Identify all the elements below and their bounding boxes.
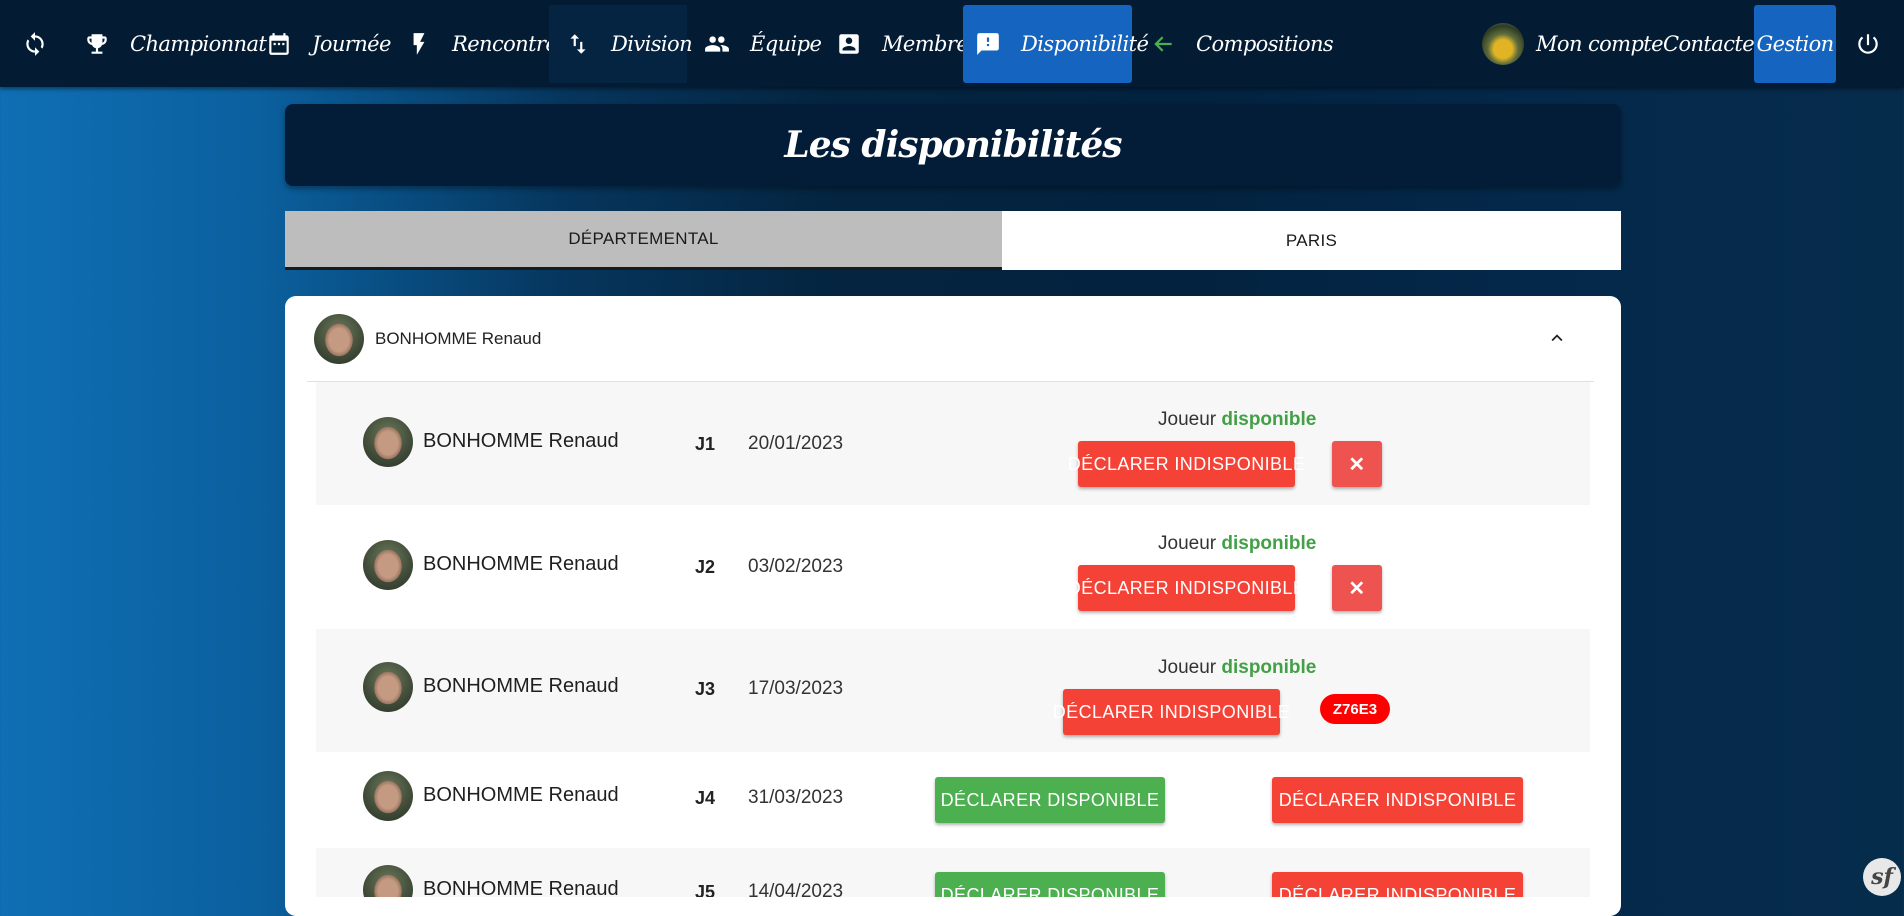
refresh-nav-button[interactable] bbox=[22, 5, 56, 83]
people-icon bbox=[704, 31, 730, 57]
nav-rencontre[interactable]: Rencontre bbox=[406, 5, 558, 83]
nav-championnat-label: Championnat bbox=[130, 32, 267, 56]
player-avatar bbox=[363, 865, 413, 897]
declare-available-button[interactable]: DÉCLARER DISPONIBLE bbox=[935, 777, 1165, 823]
journee-label: J1 bbox=[695, 434, 716, 454]
nav-rencontre-label: Rencontre bbox=[452, 32, 558, 56]
nav-journee-label: Journée bbox=[312, 32, 391, 56]
nav-contacter-label: Contacter bbox=[1663, 32, 1764, 56]
player-name: BONHOMME Renaud bbox=[423, 878, 619, 897]
player-avatar bbox=[363, 417, 413, 467]
power-icon bbox=[1855, 31, 1881, 57]
nav-compositions-label: Compositions bbox=[1196, 32, 1334, 56]
nav-journee[interactable]: Journée bbox=[266, 5, 391, 83]
cancel-button[interactable]: ✕ bbox=[1332, 441, 1382, 487]
swap-vertical-icon bbox=[565, 31, 591, 57]
player-name: BONHOMME Renaud bbox=[423, 430, 619, 452]
nav-compositions[interactable]: Compositions bbox=[1150, 5, 1334, 83]
list-item: BONHOMME Renaud J1 20/01/2023 Joueur dis… bbox=[316, 382, 1590, 505]
declare-unavailable-button[interactable]: DÉCLARER INDISPONIBLE bbox=[1068, 441, 1305, 487]
close-icon: ✕ bbox=[1348, 453, 1366, 476]
list-item: BONHOMME Renaud J2 03/02/2023 Joueur dis… bbox=[316, 505, 1590, 629]
arrow-return-icon bbox=[1150, 31, 1176, 57]
collapsible-header[interactable]: BONHOMME Renaud bbox=[307, 296, 1594, 382]
player-avatar bbox=[363, 662, 413, 712]
player-avatar bbox=[363, 771, 413, 821]
status-value: disponible bbox=[1221, 533, 1317, 554]
player-name: BONHOMME Renaud bbox=[423, 675, 619, 697]
tab-paris[interactable]: PARIS bbox=[1002, 211, 1621, 270]
player-status: Joueur disponible bbox=[1158, 533, 1316, 555]
list-item: BONHOMME Renaud J4 31/03/2023 DÉCLARER D… bbox=[316, 752, 1590, 848]
feedback-icon bbox=[975, 31, 1001, 57]
composition-badge: Z76E3 bbox=[1320, 694, 1390, 724]
account-box-icon bbox=[836, 31, 862, 57]
match-date: 20/01/2023 bbox=[748, 433, 844, 454]
cancel-button[interactable]: ✕ bbox=[1332, 565, 1382, 611]
tab-departemental[interactable]: DÉPARTEMENTAL bbox=[285, 211, 1002, 270]
declare-available-button[interactable]: DÉCLARER DISPONIBLE bbox=[935, 872, 1165, 897]
nav-equipe[interactable]: Équipe bbox=[704, 5, 822, 83]
nav-division-label: Division bbox=[611, 32, 693, 56]
logout-button[interactable] bbox=[1855, 5, 1885, 83]
journee-label: J4 bbox=[695, 788, 716, 808]
player-status: Joueur disponible bbox=[1158, 657, 1316, 679]
player-status: Joueur disponible bbox=[1158, 409, 1316, 431]
lightning-icon bbox=[406, 31, 432, 57]
nav-disponibilite[interactable]: Disponibilité bbox=[963, 5, 1149, 83]
list-item: BONHOMME Renaud J3 17/03/2023 Joueur dis… bbox=[316, 629, 1590, 752]
match-date: 14/04/2023 bbox=[748, 881, 844, 897]
page-title: Les disponibilités bbox=[784, 124, 1122, 166]
nav-contacter[interactable]: Contacter bbox=[1663, 5, 1764, 83]
player-header-name: BONHOMME Renaud bbox=[375, 328, 542, 348]
nav-disponibilite-label: Disponibilité bbox=[1021, 32, 1149, 56]
nav-mon-compte[interactable]: Mon compte bbox=[1482, 5, 1664, 83]
calendar-icon bbox=[266, 31, 292, 57]
match-date: 17/03/2023 bbox=[748, 678, 844, 699]
player-avatar bbox=[314, 313, 364, 364]
status-value: disponible bbox=[1221, 409, 1317, 430]
sync-icon bbox=[22, 31, 48, 57]
nav-mon-compte-label: Mon compte bbox=[1536, 32, 1664, 56]
nav-division[interactable]: Division bbox=[549, 5, 693, 83]
nav-gestion[interactable]: Gestion bbox=[1754, 5, 1836, 83]
status-value: disponible bbox=[1221, 657, 1317, 678]
nav-championnat[interactable]: Championnat bbox=[84, 5, 267, 83]
player-avatar bbox=[363, 540, 413, 590]
page-title-card: Les disponibilités bbox=[285, 104, 1621, 186]
declare-unavailable-button[interactable]: DÉCLARER INDISPONIBLE bbox=[1053, 689, 1290, 735]
journee-label: J3 bbox=[695, 679, 716, 699]
close-icon: ✕ bbox=[1348, 577, 1366, 600]
declare-unavailable-button[interactable]: DÉCLARER INDISPONIBLE bbox=[1068, 565, 1305, 611]
nav-equipe-label: Équipe bbox=[750, 32, 822, 56]
declare-unavailable-button[interactable]: DÉCLARER INDISPONIBLE bbox=[1272, 777, 1523, 823]
player-name: BONHOMME Renaud bbox=[423, 553, 619, 575]
top-navbar: Championnat Journée Rencontre Division É… bbox=[0, 0, 1904, 87]
status-prefix: Joueur bbox=[1158, 533, 1222, 554]
list-item: BONHOMME Renaud J5 14/04/2023 DÉCLARER D… bbox=[316, 848, 1590, 897]
journee-label: J2 bbox=[695, 557, 716, 577]
player-name: BONHOMME Renaud bbox=[423, 784, 619, 806]
journee-label: J5 bbox=[695, 882, 716, 897]
match-date: 03/02/2023 bbox=[748, 556, 844, 577]
nav-membre-label: Membre bbox=[882, 32, 969, 56]
championship-tabs: DÉPARTEMENTAL PARIS bbox=[285, 211, 1621, 270]
match-date: 31/03/2023 bbox=[748, 787, 844, 808]
status-prefix: Joueur bbox=[1158, 409, 1222, 430]
nav-membre[interactable]: Membre bbox=[836, 5, 969, 83]
chevron-up-icon[interactable] bbox=[1546, 327, 1568, 349]
nav-gestion-label: Gestion bbox=[1756, 32, 1834, 56]
status-prefix: Joueur bbox=[1158, 657, 1222, 678]
symfony-toolbar-icon[interactable]: sf bbox=[1863, 858, 1901, 896]
user-avatar bbox=[1482, 23, 1524, 65]
declare-unavailable-button[interactable]: DÉCLARER INDISPONIBLE bbox=[1272, 872, 1523, 897]
trophy-icon bbox=[84, 31, 110, 57]
